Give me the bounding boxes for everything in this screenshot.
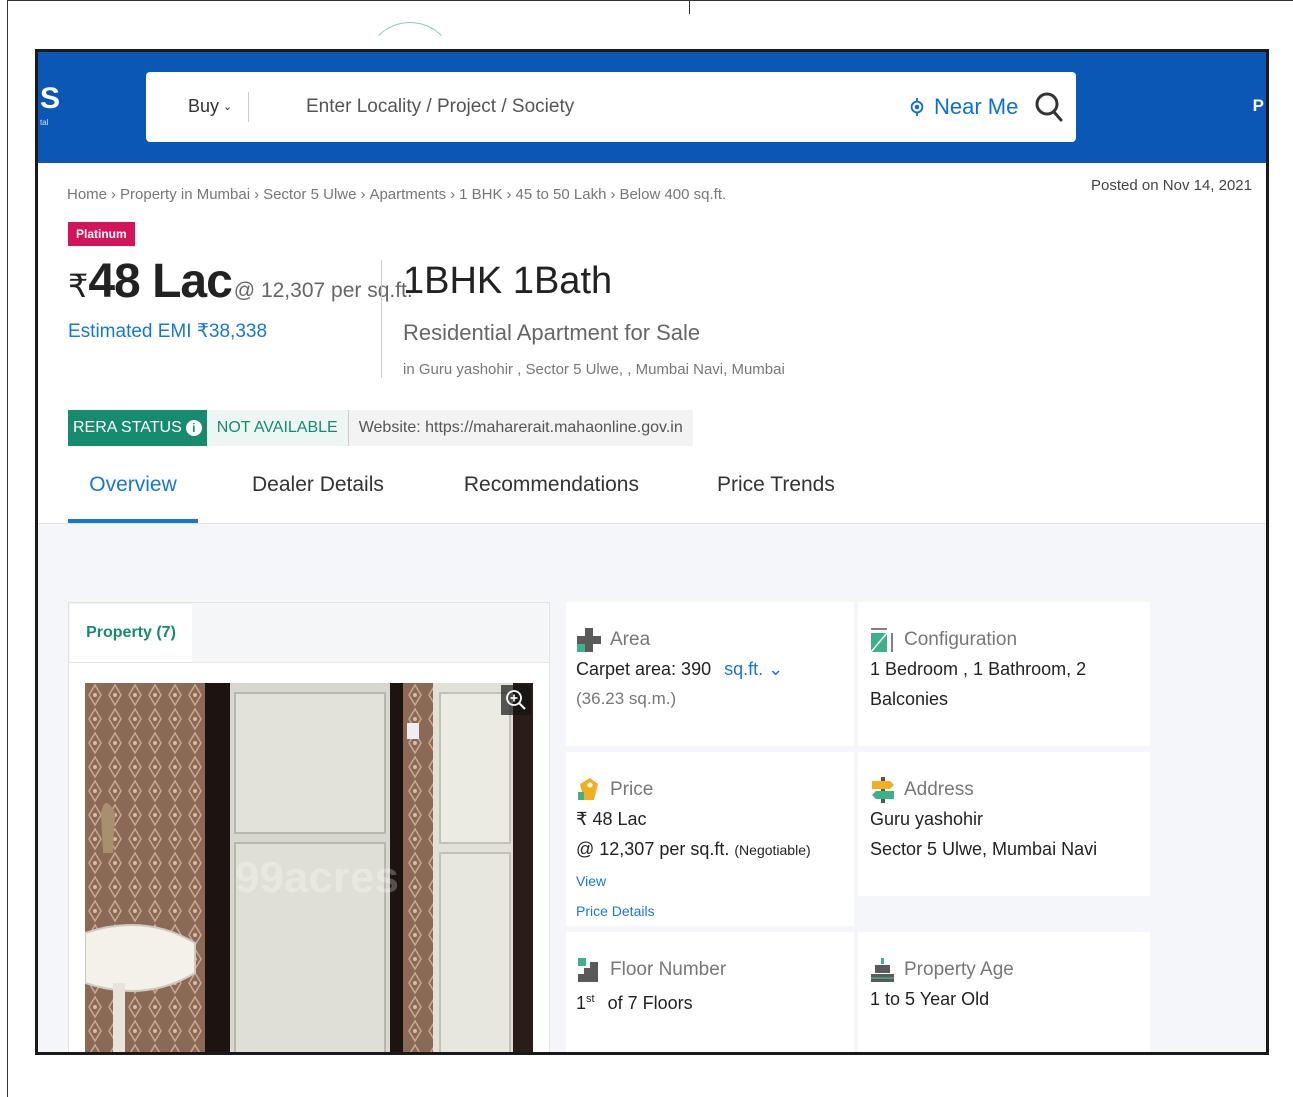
search-input[interactable] xyxy=(306,86,866,128)
price-per-sqft: @ 12,307 per sq.ft. xyxy=(233,279,413,302)
price-label: Price xyxy=(610,779,654,800)
area-icon xyxy=(577,628,601,652)
breadcrumb-separator: › xyxy=(506,186,512,203)
address-line2: Sector 5 Ulwe, Mumbai Navi xyxy=(870,839,1098,859)
posted-date: Posted on Nov 14, 2021 xyxy=(1091,177,1252,194)
rera-bar: RERA STATUS i NOT AVAILABLE Website: htt… xyxy=(68,410,693,446)
browser-viewport: S tal P Buy ⌄ Near Me xyxy=(35,49,1269,1055)
breadcrumb: Home › Property in Mumbai › Sector 5 Ulwe › Ap… xyxy=(67,186,726,203)
unit-dropdown-label: sq.ft. xyxy=(724,659,764,679)
rera-status-text: RERA STATUS xyxy=(73,419,182,436)
listing-title: 1BHK 1Bath xyxy=(403,260,613,302)
detail-price: Price ₹ 48 Lac @ 12,307 per sq.ft. (Nego… xyxy=(566,752,854,926)
price-tag-icon xyxy=(578,778,598,800)
breadcrumb-separator: › xyxy=(450,186,456,203)
tab-recommendations[interactable]: Recommendations xyxy=(464,467,639,523)
floor-label: Floor Number xyxy=(610,959,727,980)
breadcrumb-item[interactable]: Apartments xyxy=(369,186,446,203)
breadcrumb-separator: › xyxy=(111,186,117,203)
breadcrumb-item[interactable]: 1 BHK xyxy=(459,186,502,203)
view-price-details-link[interactable]: View xyxy=(576,873,606,889)
floor-suffix: st xyxy=(586,993,595,1005)
property-photo[interactable]: 99acres xyxy=(85,683,533,1052)
buy-dropdown-label: Buy xyxy=(188,96,220,116)
breadcrumb-item[interactable]: 45 to 50 Lakh xyxy=(516,186,607,203)
tab-price-trends[interactable]: Price Trends xyxy=(717,467,835,523)
vertical-divider xyxy=(381,260,382,378)
configuration-line1: 1 Bedroom , 1 Bathroom, 2 xyxy=(870,659,1087,679)
unit-dropdown[interactable]: sq.ft. ⌄ xyxy=(724,659,783,679)
breadcrumb-separator: › xyxy=(360,186,366,203)
address-line1: Guru yashohir xyxy=(870,809,984,829)
near-me-label: Near Me xyxy=(934,94,1019,119)
chevron-down-icon: ⌄ xyxy=(768,659,784,679)
detail-configuration: Configuration 1 Bedroom , 1 Bathroom, 2 … xyxy=(858,602,1150,746)
area-sqm: (36.23 sq.m.) xyxy=(576,689,677,708)
rera-status-value: NOT AVAILABLE xyxy=(206,410,349,446)
rera-status-label: RERA STATUS i xyxy=(68,410,207,446)
platinum-badge: Platinum xyxy=(68,222,135,246)
breadcrumb-item[interactable]: Sector 5 Ulwe xyxy=(263,186,356,203)
header-right-link[interactable]: P xyxy=(1253,96,1264,116)
price-detail-value: ₹ 48 Lac xyxy=(576,809,647,829)
chevron-down-icon: ⌄ xyxy=(223,101,233,113)
property-age-label: Property Age xyxy=(904,959,1014,980)
negotiable-label: (Negotiable) xyxy=(734,842,811,858)
listing-location: in Guru yashohir , Sector 5 Ulwe, , Mumb… xyxy=(403,361,785,378)
gallery-tab-bar: Property (7) xyxy=(69,603,549,663)
breadcrumb-item[interactable]: Property in Mumbai xyxy=(120,186,250,203)
estimated-emi-link[interactable]: Estimated EMI ₹38,338 xyxy=(68,320,267,343)
gallery-tab-property[interactable]: Property (7) xyxy=(70,604,192,662)
search-icon[interactable] xyxy=(1034,90,1064,124)
near-me-button[interactable]: Near Me xyxy=(908,94,1018,120)
configuration-icon xyxy=(870,628,893,653)
detail-property-age: Property Age 1 to 5 Year Old xyxy=(858,932,1150,1052)
floor-number: 1 xyxy=(576,993,587,1013)
area-label: Area xyxy=(610,629,651,650)
buy-dropdown[interactable]: Buy ⌄ xyxy=(188,96,232,117)
site-header: S tal P Buy ⌄ Near Me xyxy=(38,52,1266,163)
info-icon[interactable]: i xyxy=(185,420,202,436)
price-detail-per-sqft: @ 12,307 per sq.ft. xyxy=(576,839,730,859)
detail-floor: Floor Number 1st of 7 Floors xyxy=(566,932,854,1052)
listing-subtitle: Residential Apartment for Sale xyxy=(403,320,701,345)
detail-address: Address Guru yashohir Sector 5 Ulwe, Mum… xyxy=(858,752,1150,896)
site-logo[interactable]: S xyxy=(40,82,60,116)
photo-watermark: 99acres xyxy=(235,853,399,902)
breadcrumb-separator: › xyxy=(610,186,616,203)
section-tabs: Overview Dealer Details Recommendations … xyxy=(68,467,835,523)
currency-symbol: ₹ xyxy=(68,268,89,304)
photo-gallery: Property (7) 99acres xyxy=(68,602,550,1052)
search-divider xyxy=(248,92,249,122)
breadcrumb-item[interactable]: Below 400 sq.ft. xyxy=(619,186,726,203)
tab-overview[interactable]: Overview xyxy=(68,467,198,523)
carpet-area-value: Carpet area: 390 xyxy=(576,659,712,679)
configuration-line2: Balconies xyxy=(870,689,949,709)
frame-tick xyxy=(689,0,690,14)
price-details-link[interactable]: Price Details xyxy=(576,896,844,926)
configuration-label: Configuration xyxy=(904,629,1018,650)
address-label: Address xyxy=(904,779,974,800)
total-floors: of 7 Floors xyxy=(607,993,693,1013)
search-bar: Buy ⌄ Near Me xyxy=(146,72,1076,142)
signpost-icon xyxy=(872,777,894,803)
price-block: ₹ 48 Lac @ 12,307 per sq.ft. xyxy=(68,254,413,309)
tab-dealer-details[interactable]: Dealer Details xyxy=(252,467,384,523)
detail-area: Area Carpet area: 390 sq.ft. ⌄ (36.23 sq… xyxy=(566,602,854,746)
breadcrumb-separator: › xyxy=(254,186,260,203)
site-logo-tagline: tal xyxy=(40,118,49,127)
floor-icon xyxy=(578,958,598,982)
price-value: 48 Lac xyxy=(88,255,232,308)
rera-website-link[interactable]: Website: https://maharerait.mahaonline.g… xyxy=(348,410,693,446)
property-age-icon xyxy=(871,958,894,982)
property-age-value: 1 to 5 Year Old xyxy=(870,989,990,1009)
locate-icon xyxy=(910,98,924,116)
breadcrumb-item[interactable]: Home xyxy=(67,186,107,203)
zoom-in-icon[interactable] xyxy=(501,685,531,715)
